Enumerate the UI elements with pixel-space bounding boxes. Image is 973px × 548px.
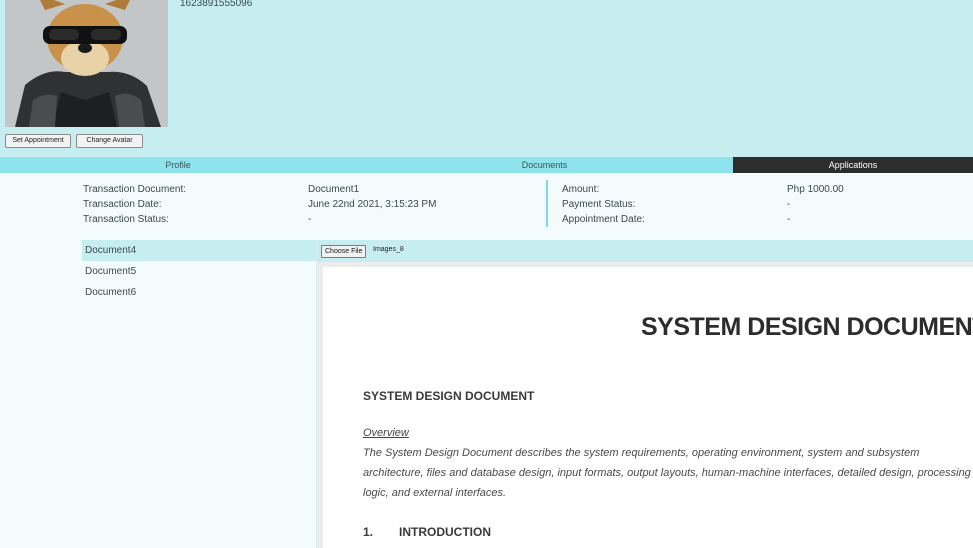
document-preview[interactable]: SYSTEM DESIGN DOCUMENT SYSTEM DESIGN DOC… <box>317 262 973 548</box>
document-item-4[interactable]: Document4 <box>82 240 316 261</box>
transaction-document-label: Transaction Document: <box>83 184 187 195</box>
avatar-image <box>5 0 168 127</box>
preview-overview-text: The System Design Document describes the… <box>363 447 971 499</box>
payment-status-label: Payment Status: <box>562 199 636 210</box>
tab-documents[interactable]: Documents <box>356 157 733 173</box>
transaction-document-value: Document1 <box>308 184 360 195</box>
tab-applications[interactable]: Applications <box>733 157 973 173</box>
document-list: Document4 Document5 Document6 <box>82 240 317 548</box>
appointment-date-label: Appointment Date: <box>562 214 645 225</box>
transaction-date-value: June 22nd 2021, 3:15:23 PM <box>308 199 437 210</box>
transaction-status-label: Transaction Status: <box>83 214 169 225</box>
tab-bar: Profile Documents Applications <box>0 157 973 173</box>
info-divider <box>546 180 548 227</box>
amount-label: Amount: <box>562 184 600 195</box>
transaction-values: Document1 June 22nd 2021, 3:15:23 PM - <box>308 182 436 227</box>
amount-value: Php 1000.00 <box>787 184 844 195</box>
avatar <box>5 0 168 127</box>
selected-file-name: Images_8 <box>373 246 404 253</box>
appointment-date-value: - <box>787 214 791 225</box>
transaction-labels: Transaction Document: Transaction Date: … <box>83 182 186 227</box>
document-item-6[interactable]: Document6 <box>82 282 316 303</box>
transaction-status-value: - <box>308 214 312 225</box>
payment-status-value: - <box>787 199 791 210</box>
change-avatar-button[interactable]: Change Avatar <box>76 134 143 148</box>
preview-section-number: 1. <box>363 525 374 539</box>
set-appointment-button[interactable]: Set Appointment <box>5 134 71 148</box>
tab-profile[interactable]: Profile <box>0 157 356 173</box>
phone-number: 1623891555096 <box>180 0 253 9</box>
preview-heading: SYSTEM DESIGN DOCUMENT <box>363 389 535 403</box>
preview-big-title: SYSTEM DESIGN DOCUMENT <box>641 313 973 341</box>
choose-file-button[interactable]: Choose File <box>321 245 367 258</box>
preview-section-title: INTRODUCTION <box>399 525 491 539</box>
upload-bar: Choose File Images_8 <box>317 240 973 262</box>
preview-overview-label: Overview <box>363 427 409 439</box>
document-item-5[interactable]: Document5 <box>82 261 316 282</box>
transaction-date-label: Transaction Date: <box>83 199 162 210</box>
profile-header: 1623891555096 Set Appointment Change Ava… <box>0 0 973 157</box>
document-page: SYSTEM DESIGN DOCUMENT SYSTEM DESIGN DOC… <box>323 267 973 548</box>
payment-labels: Amount: Payment Status: Appointment Date… <box>562 182 645 227</box>
payment-values: Php 1000.00 - - <box>787 182 844 227</box>
